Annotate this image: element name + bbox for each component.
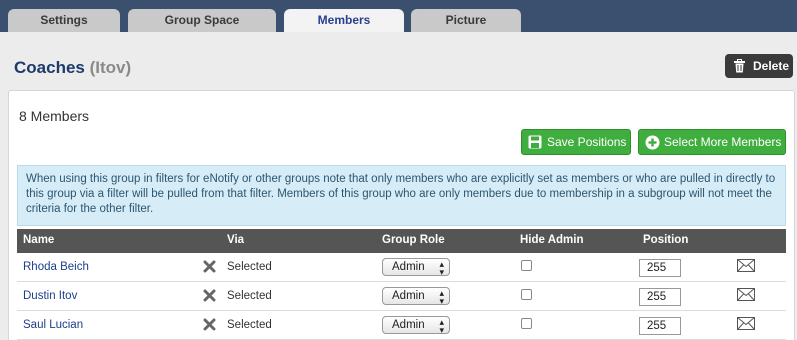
select-arrows-icon: ▴ ▾ — [439, 288, 444, 306]
trash-icon — [734, 59, 745, 73]
envelope-icon[interactable] — [737, 317, 755, 330]
group-role-select[interactable]: Admin ▴ ▾ — [382, 316, 450, 335]
column-header-position: Position — [643, 234, 689, 246]
group-role-value: Admin — [392, 261, 425, 273]
group-owner: (Itov) — [89, 58, 132, 77]
column-header-hide-admin: Hide Admin — [520, 234, 584, 246]
delete-button[interactable]: Delete — [725, 54, 793, 78]
position-input[interactable]: 255 — [639, 259, 681, 277]
group-role-select[interactable]: Admin ▴ ▾ — [382, 287, 450, 306]
page-title: Coaches (Itov) — [14, 58, 131, 78]
save-positions-label: Save Positions — [547, 135, 627, 149]
members-panel: 8 Members Save Positions Select More Mem… — [8, 90, 795, 340]
tab-group-space[interactable]: Group Space — [128, 9, 276, 32]
x-icon[interactable] — [203, 289, 216, 302]
page-header: Coaches (Itov) Delete — [0, 32, 797, 90]
position-input[interactable]: 255 — [639, 288, 681, 306]
column-header-via: Via — [227, 234, 245, 246]
group-role-value: Admin — [392, 290, 425, 302]
column-header-group-role: Group Role — [382, 234, 445, 246]
group-role-select[interactable]: Admin ▴ ▾ — [382, 258, 450, 277]
hide-admin-checkbox[interactable] — [521, 260, 532, 271]
floppy-disk-icon — [528, 135, 542, 149]
tab-bar: Settings Group Space Members Picture — [0, 0, 797, 33]
plus-circle-icon — [645, 135, 660, 150]
via-value: Selected — [227, 261, 272, 273]
group-name: Coaches — [14, 58, 85, 77]
via-value: Selected — [227, 290, 272, 302]
select-more-members-label: Select More Members — [664, 135, 782, 149]
member-name-link[interactable]: Dustin Itov — [23, 290, 77, 302]
via-value: Selected — [227, 319, 272, 331]
member-name-link[interactable]: Rhoda Beich — [23, 261, 89, 273]
select-more-members-button[interactable]: Select More Members — [638, 129, 786, 155]
tab-members[interactable]: Members — [284, 9, 404, 33]
group-role-value: Admin — [392, 319, 425, 331]
envelope-icon[interactable] — [737, 288, 755, 301]
select-arrows-icon: ▴ ▾ — [439, 259, 444, 277]
envelope-icon[interactable] — [737, 259, 755, 272]
position-input[interactable]: 255 — [639, 317, 681, 335]
info-notice: When using this group in filters for eNo… — [17, 165, 786, 226]
delete-label: Delete — [753, 59, 790, 73]
members-count: 8 Members — [19, 108, 90, 124]
table-row: Dustin Itov Selected Admin ▴ ▾ 255 — [17, 282, 786, 311]
hide-admin-checkbox[interactable] — [521, 318, 532, 329]
table-row: Saul Lucian Selected Admin ▴ ▾ 255 — [17, 311, 786, 340]
column-header-name: Name — [23, 234, 55, 246]
tab-picture[interactable]: Picture — [411, 9, 521, 32]
member-name-link[interactable]: Saul Lucian — [23, 319, 83, 331]
x-icon[interactable] — [203, 318, 216, 331]
hide-admin-checkbox[interactable] — [521, 289, 532, 300]
x-icon[interactable] — [203, 260, 216, 273]
tab-settings[interactable]: Settings — [8, 9, 120, 32]
table-row: Rhoda Beich Selected Admin ▴ ▾ 255 — [17, 253, 786, 282]
table-header: Name Via Group Role Hide Admin Position — [17, 229, 786, 253]
select-arrows-icon: ▴ ▾ — [439, 317, 444, 335]
save-positions-button[interactable]: Save Positions — [521, 129, 631, 155]
